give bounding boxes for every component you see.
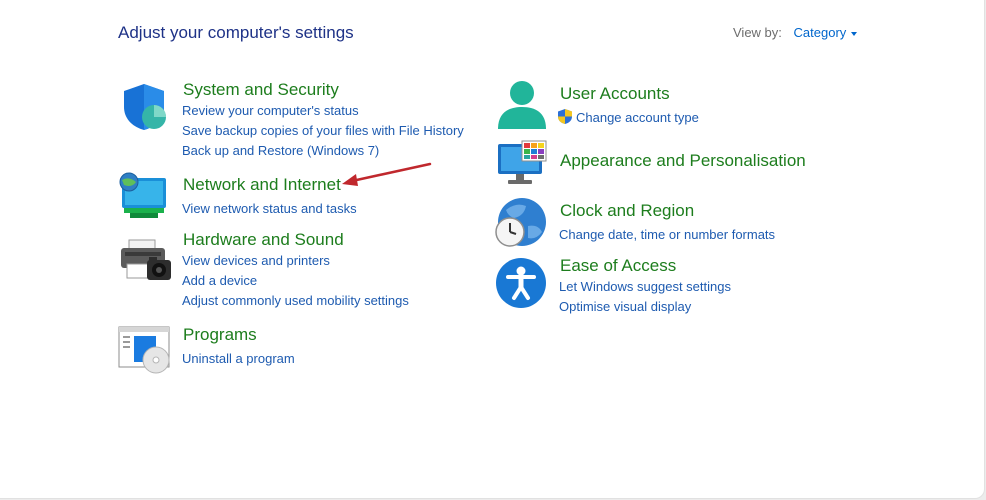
accessibility-icon[interactable] [494,256,548,315]
category-link[interactable]: View devices and printers [182,253,330,268]
category-title[interactable]: Ease of Access [560,256,676,276]
page-title: Adjust your computer's settings [118,23,354,42]
category-title[interactable]: Network and Internet [183,175,341,195]
category-title[interactable]: Hardware and Sound [183,230,344,250]
view-by-value: Category [793,25,847,40]
uac-shield-icon [557,108,573,130]
category-title[interactable]: User Accounts [560,84,670,104]
network-globe-icon[interactable] [118,170,170,227]
category-link[interactable]: Review your computer's status [182,103,359,118]
category-link[interactable]: Adjust commonly used mobility settings [182,293,409,308]
shield-icon[interactable] [120,82,170,137]
control-panel-window: Adjust your computer's settings View by:… [0,0,985,499]
chevron-down-icon [851,31,858,36]
category-link[interactable]: Change date, time or number formats [559,227,775,242]
programs-disc-icon[interactable] [118,326,172,379]
category-link[interactable]: Let Windows suggest settings [559,279,731,294]
view-by-label: View by: [733,25,782,40]
category-link[interactable]: Back up and Restore (Windows 7) [182,143,379,158]
category-link[interactable]: Change account type [576,110,699,125]
category-link[interactable]: View network status and tasks [182,201,357,216]
category-link[interactable]: Add a device [182,273,257,288]
globe-clock-icon[interactable] [494,196,548,255]
category-title[interactable]: Clock and Region [560,201,694,221]
user-icon[interactable] [496,79,548,138]
category-title[interactable]: Programs [183,325,257,345]
category-link[interactable]: Optimise visual display [559,299,691,314]
printer-camera-icon[interactable] [119,238,173,289]
annotation-arrow-icon [338,160,434,197]
category-link[interactable]: Save backup copies of your files with Fi… [182,123,464,138]
category-link[interactable]: Uninstall a program [182,351,295,366]
monitor-palette-icon[interactable] [496,140,548,191]
category-title[interactable]: Appearance and Personalisation [560,151,806,171]
category-title[interactable]: System and Security [183,80,339,100]
view-by-control: View by: Category [733,25,858,40]
view-by-dropdown[interactable]: Category [794,25,858,40]
